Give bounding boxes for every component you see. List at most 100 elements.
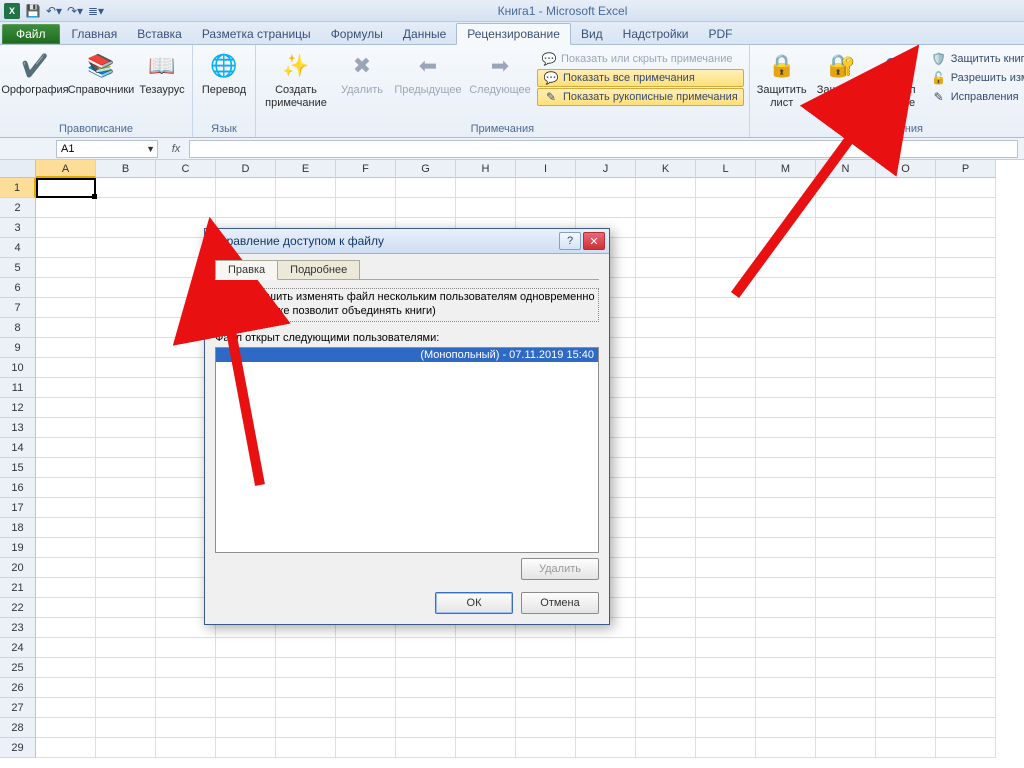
cell[interactable] [936, 658, 996, 678]
cell[interactable] [696, 458, 756, 478]
col-header-M[interactable]: M [756, 160, 816, 178]
cell[interactable] [636, 638, 696, 658]
cell[interactable] [36, 398, 96, 418]
cell[interactable] [876, 358, 936, 378]
cell[interactable] [696, 498, 756, 518]
cell[interactable] [576, 738, 636, 758]
cell[interactable] [576, 658, 636, 678]
cell[interactable] [456, 738, 516, 758]
cell[interactable] [756, 698, 816, 718]
cell[interactable] [696, 558, 756, 578]
cell[interactable] [696, 338, 756, 358]
cell[interactable] [36, 178, 96, 198]
row-header-3[interactable]: 3 [0, 218, 36, 238]
cell[interactable] [336, 718, 396, 738]
cell[interactable] [456, 658, 516, 678]
tab-pdf[interactable]: PDF [699, 24, 743, 44]
cell[interactable] [96, 538, 156, 558]
cell[interactable] [876, 198, 936, 218]
cell[interactable] [756, 258, 816, 278]
cell[interactable] [576, 638, 636, 658]
col-header-C[interactable]: C [156, 160, 216, 178]
cell[interactable] [636, 298, 696, 318]
cell[interactable] [156, 678, 216, 698]
cell[interactable] [96, 658, 156, 678]
fx-icon[interactable]: fx [163, 143, 189, 155]
cell[interactable] [696, 298, 756, 318]
cell[interactable] [96, 318, 156, 338]
cell[interactable] [516, 698, 576, 718]
cell[interactable] [96, 458, 156, 478]
cell[interactable] [876, 678, 936, 698]
cell[interactable] [816, 438, 876, 458]
cell[interactable] [276, 738, 336, 758]
cell[interactable] [936, 298, 996, 318]
cell[interactable] [516, 738, 576, 758]
col-header-H[interactable]: H [456, 160, 516, 178]
cell[interactable] [816, 518, 876, 538]
cell[interactable] [696, 258, 756, 278]
cell[interactable] [516, 178, 576, 198]
row-header-19[interactable]: 19 [0, 538, 36, 558]
cell[interactable] [876, 478, 936, 498]
redo-icon[interactable]: ↷▾ [66, 3, 84, 19]
cell[interactable] [756, 278, 816, 298]
cell[interactable] [156, 178, 216, 198]
cell[interactable] [216, 718, 276, 738]
cell[interactable] [756, 458, 816, 478]
cell[interactable] [696, 538, 756, 558]
cell[interactable] [876, 598, 936, 618]
formula-input[interactable] [189, 140, 1018, 158]
col-header-F[interactable]: F [336, 160, 396, 178]
cell[interactable] [816, 418, 876, 438]
tab-pagelayout[interactable]: Разметка страницы [192, 24, 321, 44]
cell[interactable] [636, 738, 696, 758]
cell[interactable] [456, 198, 516, 218]
tab-view[interactable]: Вид [571, 24, 613, 44]
cell[interactable] [516, 198, 576, 218]
cell[interactable] [876, 618, 936, 638]
cell[interactable] [936, 478, 996, 498]
cell[interactable] [36, 318, 96, 338]
name-box[interactable]: A1 ▼ [56, 140, 158, 158]
row-header-26[interactable]: 26 [0, 678, 36, 698]
cell[interactable] [936, 638, 996, 658]
row-header-29[interactable]: 29 [0, 738, 36, 758]
cell[interactable] [636, 258, 696, 278]
cell[interactable] [216, 738, 276, 758]
cell[interactable] [696, 478, 756, 498]
cell[interactable] [876, 718, 936, 738]
col-header-I[interactable]: I [516, 160, 576, 178]
select-all-corner[interactable] [0, 160, 36, 178]
cell[interactable] [816, 458, 876, 478]
cell[interactable] [816, 718, 876, 738]
cell[interactable] [936, 238, 996, 258]
cell[interactable] [876, 338, 936, 358]
cell[interactable] [96, 638, 156, 658]
cell[interactable] [396, 718, 456, 738]
cell[interactable] [816, 738, 876, 758]
cell[interactable] [336, 638, 396, 658]
cell[interactable] [756, 718, 816, 738]
cell[interactable] [396, 698, 456, 718]
cell[interactable] [936, 178, 996, 198]
row-header-14[interactable]: 14 [0, 438, 36, 458]
cell[interactable] [96, 258, 156, 278]
col-header-G[interactable]: G [396, 160, 456, 178]
cell[interactable] [816, 358, 876, 378]
cell[interactable] [36, 458, 96, 478]
col-header-K[interactable]: K [636, 160, 696, 178]
allow-ranges-button[interactable]: 🔓 Разрешить изм [927, 69, 1024, 87]
cell[interactable] [936, 578, 996, 598]
cell[interactable] [36, 698, 96, 718]
row-header-15[interactable]: 15 [0, 458, 36, 478]
cell[interactable] [936, 538, 996, 558]
showall-comments-button[interactable]: 💬 Показать все примечания [537, 69, 744, 87]
cell[interactable] [636, 518, 696, 538]
cell[interactable] [876, 238, 936, 258]
row-header-11[interactable]: 11 [0, 378, 36, 398]
col-header-L[interactable]: L [696, 160, 756, 178]
protect-workbook-button[interactable]: 🔐 Защитить книгу [815, 48, 869, 109]
cell[interactable] [96, 438, 156, 458]
user-list-item[interactable]: (Монопольный) - 07.11.2019 15:40 [216, 348, 598, 362]
